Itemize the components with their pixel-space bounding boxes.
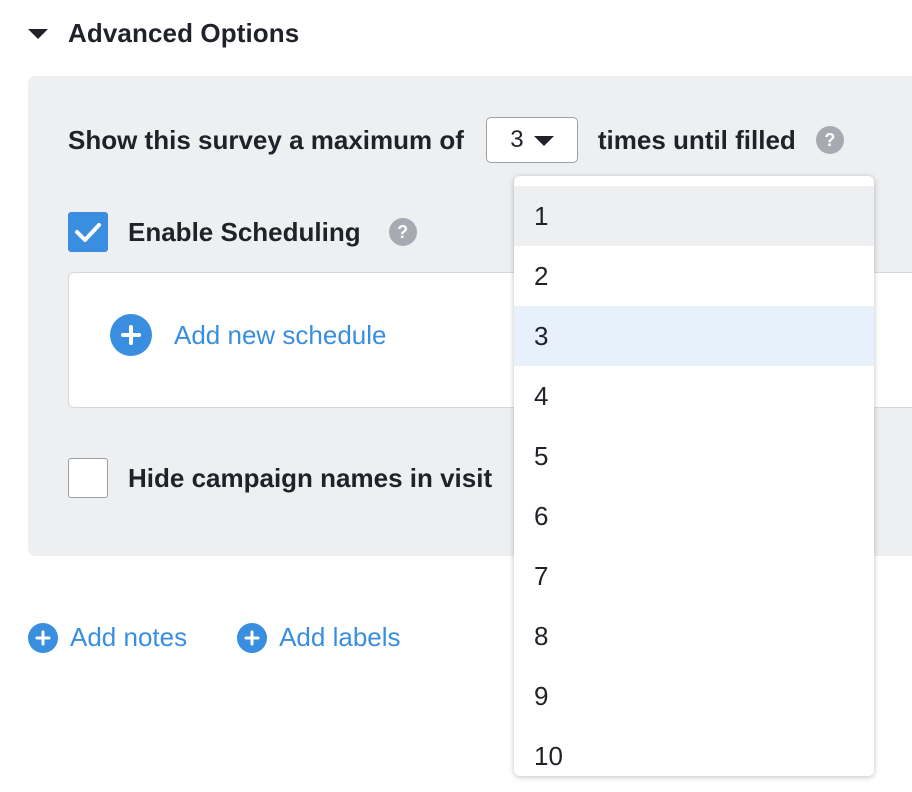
section-title: Advanced Options	[68, 18, 300, 48]
caret-down-icon	[28, 29, 48, 39]
add-notes-button[interactable]: Add notes	[28, 622, 187, 653]
dropdown-option[interactable]: 1	[514, 186, 874, 246]
dropdown-option[interactable]: 4	[514, 366, 874, 426]
plus-circle-icon	[28, 622, 58, 653]
max-display-select-value: 3	[510, 126, 524, 153]
hide-campaign-names-label: Hide campaign names in visit	[128, 462, 493, 493]
max-display-label-before: Show this survey a maximum of	[68, 124, 464, 155]
advanced-options-page: Advanced Options Show this survey a maxi…	[0, 0, 912, 792]
enable-scheduling-checkbox[interactable]	[68, 212, 108, 252]
dropdown-option[interactable]: 10	[514, 726, 874, 776]
add-new-schedule-button[interactable]: Add new schedule	[110, 314, 386, 356]
dropdown-options-list: 1 2 3 4 5 6 7 8 9 10	[514, 176, 874, 776]
bottom-links: Add notes Add labels	[28, 622, 451, 653]
max-display-select[interactable]: 3	[485, 117, 578, 163]
enable-scheduling-label: Enable Scheduling	[128, 216, 361, 247]
plus-circle-icon	[237, 622, 268, 653]
question-circle-icon[interactable]: ?	[815, 126, 844, 154]
dropdown-option[interactable]: 9	[514, 666, 874, 726]
add-labels-button[interactable]: Add labels	[237, 622, 401, 653]
add-new-schedule-label: Add new schedule	[174, 319, 387, 350]
dropdown-option[interactable]: 3	[514, 306, 874, 366]
hide-campaign-names-row: Hide campaign names in visit	[68, 458, 492, 498]
add-notes-label: Add notes	[70, 622, 188, 652]
plus-circle-icon	[110, 314, 152, 356]
dropdown-option[interactable]: 2	[514, 246, 874, 306]
advanced-options-toggle[interactable]: Advanced Options	[28, 18, 299, 49]
checkmark-icon	[75, 223, 101, 242]
max-display-dropdown[interactable]: 1 2 3 4 5 6 7 8 9 10	[514, 176, 874, 776]
question-circle-icon[interactable]: ?	[388, 218, 417, 246]
max-display-row: Show this survey a maximum of 3 times un…	[68, 117, 844, 163]
hide-campaign-names-checkbox[interactable]	[68, 458, 108, 498]
chevron-down-icon	[533, 136, 554, 146]
dropdown-option[interactable]: 5	[514, 426, 874, 486]
enable-scheduling-row: Enable Scheduling ?	[68, 212, 417, 252]
dropdown-option[interactable]: 7	[514, 546, 874, 606]
dropdown-option[interactable]: 6	[514, 486, 874, 546]
max-display-label-after: times until filled	[597, 124, 796, 155]
dropdown-option[interactable]: 8	[514, 606, 874, 666]
add-labels-label: Add labels	[279, 622, 401, 652]
